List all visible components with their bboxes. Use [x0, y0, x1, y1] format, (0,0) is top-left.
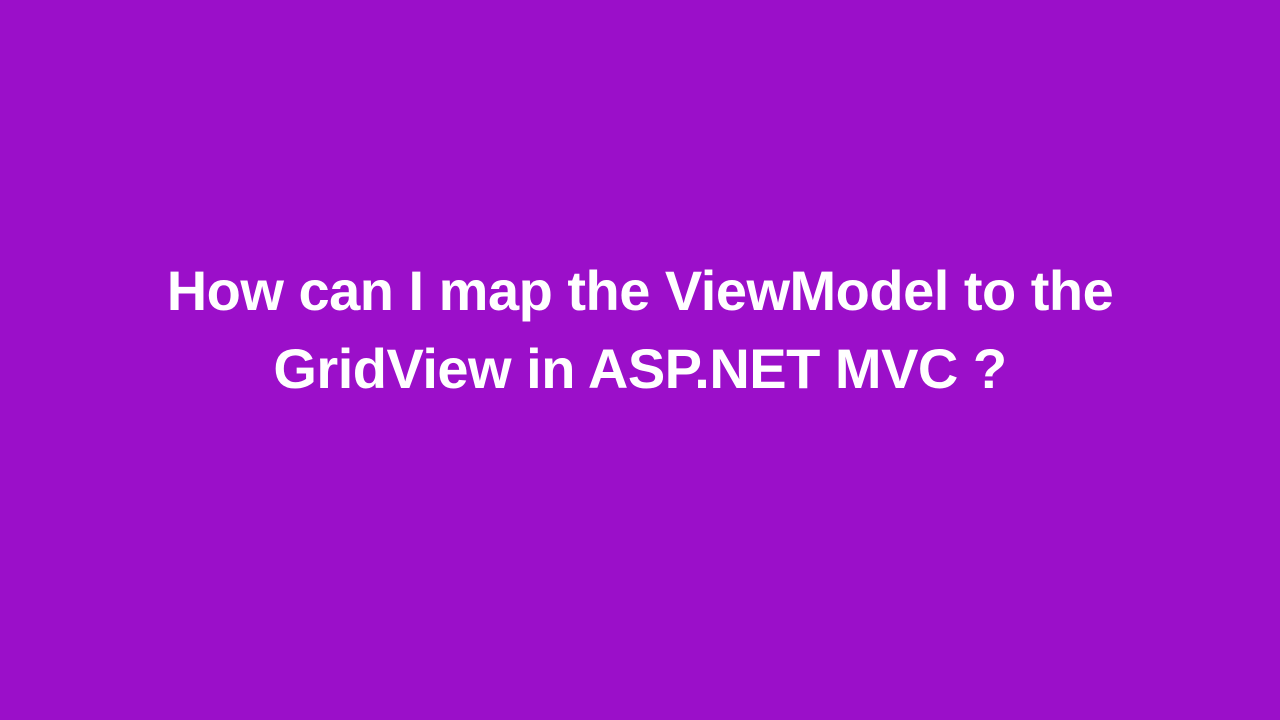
slide-heading: How can I map the ViewModel to the GridV…	[60, 252, 1220, 409]
slide-content: How can I map the ViewModel to the GridV…	[0, 252, 1280, 409]
